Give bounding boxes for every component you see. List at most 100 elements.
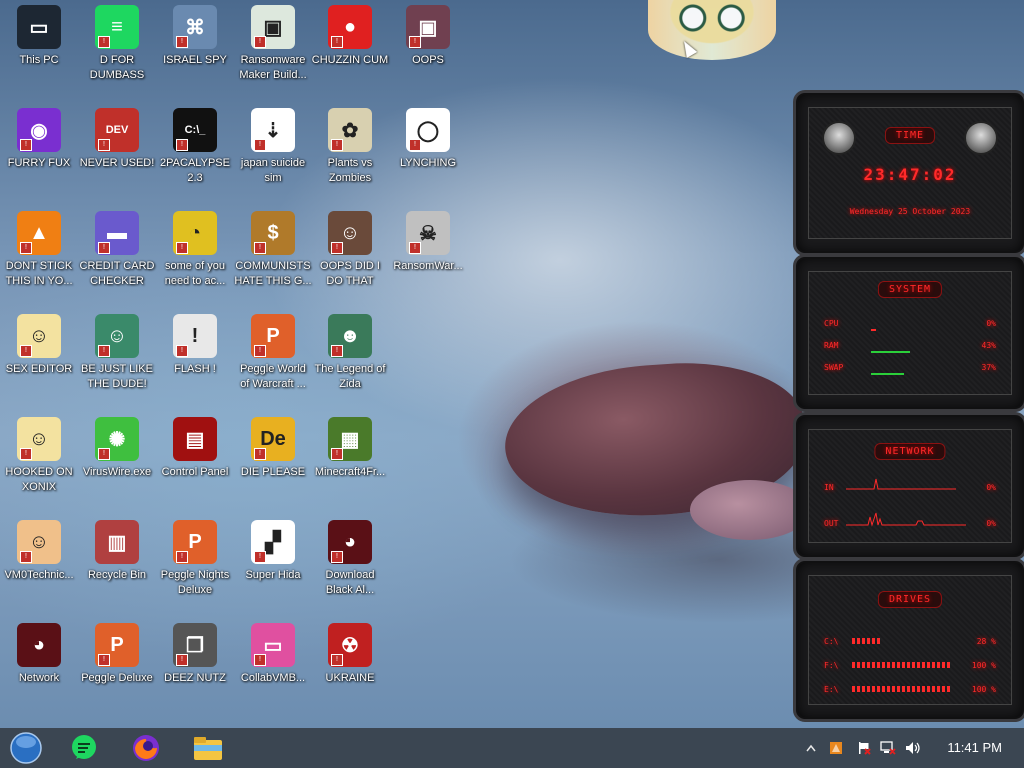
desktop-icon-label: NEVER USED!: [79, 157, 155, 169]
desktop-icon[interactable]: ◯! LYNCHING: [389, 103, 467, 171]
tray-volume-icon[interactable]: [904, 740, 922, 756]
taskbar: 11:41 PM: [0, 728, 1024, 768]
taskbar-firefox[interactable]: [128, 731, 164, 765]
firefox-icon: ◉!: [16, 107, 62, 153]
desktop-icon[interactable]: De! DIE PLEASE: [234, 412, 312, 480]
shortcut-badge-icon: !: [254, 242, 266, 254]
desktop[interactable]: ▭ This PC ◉! FURRY FUX ▲! DONT STICK THIS IN …: [0, 0, 1024, 728]
display-icon: ▭!: [250, 622, 296, 668]
desktop-icon[interactable]: ◔! some of you need to ac...: [156, 206, 234, 289]
tray-chevron-up-icon[interactable]: [804, 740, 818, 756]
desktop-icon-label: OOPS: [412, 54, 444, 66]
desktop-icon[interactable]: ❐! DEEZ NUTZ: [156, 618, 234, 686]
desktop-icon[interactable]: P! Peggle World of Warcraft ...: [234, 309, 312, 392]
network-out-graph: [846, 512, 966, 527]
desktop-icon[interactable]: ▣! OOPS: [389, 0, 467, 68]
taskbar-clock[interactable]: 11:41 PM: [947, 740, 1002, 755]
desktop-icon[interactable]: ☢! UKRAINE: [311, 618, 389, 686]
shortcut-badge-icon: !: [331, 551, 343, 563]
desktop-icon[interactable]: ☺! HOOKED ON XONIX: [0, 412, 78, 495]
firefox-icon: [133, 735, 159, 761]
desktop-icon[interactable]: ✺! VirusWire.exe: [78, 412, 156, 480]
desktop-icon[interactable]: ◕ Network: [0, 618, 78, 686]
shortcut-badge-icon: !: [331, 36, 343, 48]
drive-value: 100 %: [971, 685, 996, 694]
peggle-icon: P!: [94, 622, 140, 668]
tray-security-icon[interactable]: [828, 740, 844, 756]
desktop-icon[interactable]: ☠! RansomWar...: [389, 206, 467, 274]
shortcut-badge-icon: !: [98, 242, 110, 254]
desktop-icon-label: LYNCHING: [399, 157, 457, 169]
system-level-bar: [871, 373, 904, 375]
desktop-icon-label: DEEZ NUTZ: [164, 672, 226, 684]
flash-icon: !!: [172, 313, 218, 359]
desktop-icon[interactable]: ▬! CREDIT CARD CHECKER: [78, 206, 156, 289]
drive-usage-bar: [852, 686, 952, 692]
start-orb-icon: [10, 732, 42, 764]
shortcut-badge-icon: !: [409, 242, 421, 254]
shortcut-badge-icon: !: [176, 345, 188, 357]
taskbar-file-explorer[interactable]: [190, 731, 226, 765]
desktop-icon[interactable]: ▥ Recycle Bin: [78, 515, 156, 583]
desktop-icon[interactable]: ▦! Minecraft4Fr...: [311, 412, 389, 480]
desktop-icon[interactable]: C:\_! 2PACALYPSE 2.3: [156, 103, 234, 186]
shortcut-badge-icon: !: [176, 551, 188, 563]
shortcut-badge-icon: !: [331, 345, 343, 357]
start-button[interactable]: [8, 731, 44, 765]
desktop-icon[interactable]: $! COMMUNISTS HATE THIS G...: [234, 206, 312, 289]
tray-network-icon[interactable]: [880, 740, 896, 756]
network-out-label: OUT: [824, 519, 839, 528]
shortcut-badge-icon: !: [254, 654, 266, 666]
desktop-icon[interactable]: ◕! Download Black Al...: [311, 515, 389, 598]
system-level-bar: [871, 351, 910, 353]
desktop-icon[interactable]: !! FLASH !: [156, 309, 234, 377]
drive-label: F:\: [824, 661, 839, 670]
drive-label: E:\: [824, 685, 839, 694]
desktop-icon-label: CHUZZIN CUM: [311, 54, 389, 66]
desktop-icon[interactable]: ☺! BE JUST LIKE THE DUDE!: [78, 309, 156, 392]
desktop-icon[interactable]: ≡! D FOR DUMBASS: [78, 0, 156, 83]
desktop-icon[interactable]: ▣! Ransomware Maker Build...: [234, 0, 312, 83]
desktop-icon[interactable]: ▲! DONT STICK THIS IN YO...: [0, 206, 78, 289]
alien-network-icon: ◕: [16, 622, 62, 668]
windows-stack-icon: ❐!: [172, 622, 218, 668]
system-row-label: RAM: [824, 341, 839, 350]
shortcut-badge-icon: !: [176, 36, 188, 48]
desktop-icon[interactable]: ⌘! ISRAEL SPY: [156, 0, 234, 68]
desktop-icon-label: Download Black Al...: [325, 569, 375, 596]
network-out-value: 0%: [986, 519, 996, 528]
grass-block-icon: ▦!: [327, 416, 373, 462]
tray-action-center-flag-icon[interactable]: [856, 740, 872, 756]
desktop-icon[interactable]: ☺! OOPS DID I DO THAT: [311, 206, 389, 289]
control-panel-icon: ▤: [172, 416, 218, 462]
desktop-icon[interactable]: ▭ This PC: [0, 0, 78, 68]
desktop-icon[interactable]: ▭! CollabVMB...: [234, 618, 312, 686]
desktop-icon[interactable]: ✿! Plants vs Zombies: [311, 103, 389, 186]
desktop-icon[interactable]: ●! CHUZZIN CUM: [311, 0, 389, 68]
shortcut-badge-icon: !: [254, 36, 266, 48]
desktop-icon[interactable]: ▞! Super Hida: [234, 515, 312, 583]
desktop-icon[interactable]: ☻! The Legend of Zida: [311, 309, 389, 392]
desktop-icon-label: ISRAEL SPY: [163, 54, 227, 66]
desktop-icon-label: some of you need to ac...: [164, 260, 226, 287]
peggle-icon: P!: [250, 313, 296, 359]
shortcut-badge-icon: !: [254, 139, 266, 151]
desktop-icon-label: 2PACALYPSE 2.3: [160, 157, 230, 184]
desktop-icon[interactable]: ◉! FURRY FUX: [0, 103, 78, 171]
desktop-icon[interactable]: ☺! SEX EDITOR: [0, 309, 78, 377]
desktop-icon-label: DIE PLEASE: [240, 466, 306, 478]
desktop-icon[interactable]: ▤ Control Panel: [156, 412, 234, 480]
taskbar-chat-app[interactable]: [66, 731, 102, 765]
shortcut-badge-icon: !: [20, 551, 32, 563]
desktop-icon[interactable]: P! Peggle Deluxe: [78, 618, 156, 686]
alienware-widget: TIME 23:47:02 Wednesday 25 October 2023 …: [793, 90, 1024, 722]
desktop-icon[interactable]: P! Peggle Nights Deluxe: [156, 515, 234, 598]
alien-network-icon: ◕!: [327, 519, 373, 565]
desktop-icon[interactable]: ☺! VM0Technic...: [0, 515, 78, 583]
shortcut-badge-icon: !: [98, 345, 110, 357]
oops-icon: ▣!: [405, 4, 451, 50]
shortcut-badge-icon: !: [20, 139, 32, 151]
desktop-icon[interactable]: ⇣! japan suicide sim: [234, 103, 312, 186]
desktop-icon-label: japan suicide sim: [240, 157, 306, 184]
desktop-icon[interactable]: DEV! NEVER USED!: [78, 103, 156, 171]
